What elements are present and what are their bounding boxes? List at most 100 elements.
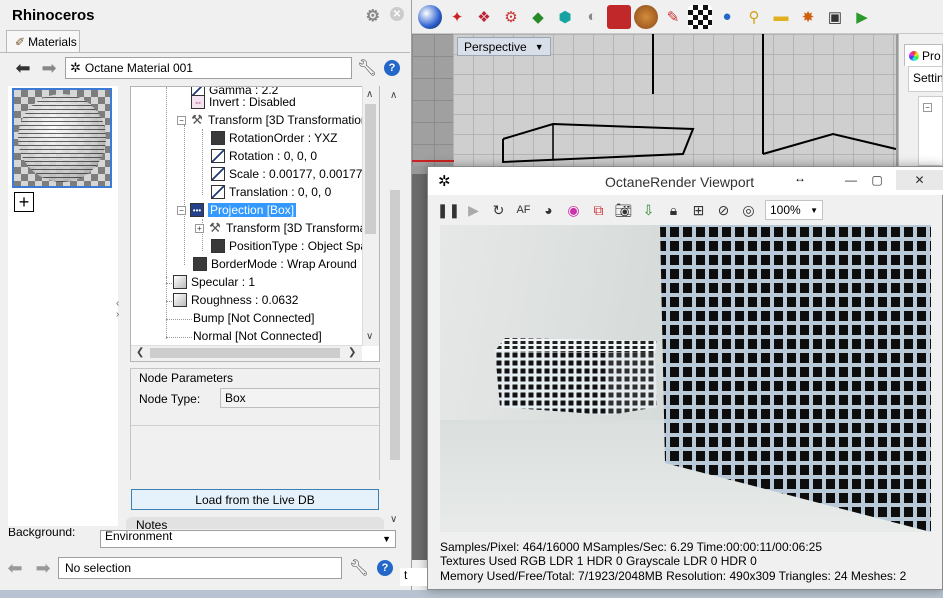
blue-ellipse-icon[interactable]: ● — [715, 5, 739, 29]
render-tool-icon[interactable]: ⚙ — [499, 5, 523, 29]
render-settings-icon[interactable]: ◎ — [736, 199, 761, 221]
x-axis-line — [412, 160, 454, 162]
box-teal-icon[interactable]: ⬢ — [553, 5, 577, 29]
panel-scroll-thumb[interactable] — [390, 190, 400, 460]
tree-row-specular[interactable]: Specular : 1 — [173, 273, 255, 291]
curve-tool-icon[interactable]: ✦ — [445, 5, 469, 29]
settings-tab[interactable]: Settin — [908, 66, 943, 92]
play-icon[interactable]: ▶ — [850, 5, 874, 29]
tree-row-invert[interactable]: ⇔ Invert : Disabled — [191, 93, 296, 111]
properties-tab-label: Pro — [922, 48, 941, 63]
tree-hscroll-thumb[interactable] — [150, 348, 340, 358]
dropdown-arrow-icon: ▼ — [810, 205, 818, 215]
cube-tool-icon[interactable]: ◆ — [526, 5, 550, 29]
perspective-tab[interactable]: Perspective ▼ — [457, 37, 551, 56]
scroll-right-icon[interactable]: ❯ — [348, 347, 356, 358]
torus-tool-icon[interactable]: ◐ — [580, 5, 604, 29]
autofocus-icon[interactable]: AF — [511, 199, 536, 221]
selection-field[interactable]: No selection — [58, 557, 342, 579]
key-icon[interactable]: ⚲ — [742, 5, 766, 29]
tree-row-border-mode[interactable]: BorderMode : Wrap Around — [193, 255, 357, 273]
camera-icon[interactable]: 📷︎ — [611, 199, 636, 221]
restart-icon[interactable]: ↻ — [486, 199, 511, 221]
node-parameters-title: Node Parameters — [139, 371, 234, 385]
tree-row-roughness[interactable]: Roughness : 0.0632 — [173, 291, 298, 309]
tree-row-normal[interactable]: Normal [Not Connected] — [193, 327, 322, 345]
sphere-tool-icon[interactable] — [418, 4, 442, 29]
zoom-select[interactable]: 100% ▼ — [765, 200, 823, 220]
scroll-up-icon[interactable]: ∧ — [366, 89, 373, 100]
background-select[interactable]: Environment ▼ — [100, 530, 396, 548]
tree-row-label: Rotation : 0, 0, 0 — [229, 149, 318, 163]
materials-brush-icon: ✐ — [15, 34, 26, 49]
checker-icon[interactable] — [688, 4, 712, 29]
focus-picker-icon[interactable]: ⊘ — [711, 199, 736, 221]
pause-icon[interactable]: ❚❚ — [436, 199, 461, 221]
viewport-menu-arrow-icon[interactable]: ▼ — [535, 42, 544, 52]
rhino-main-toolbar: ✦ ❖ ⚙ ◆ ⬢ ◐ ✎ ● ⚲ ▬ ✸ ▣ ▶ — [412, 0, 943, 34]
panel-scroll-down-icon[interactable]: ∨ — [390, 514, 397, 525]
folder-icon[interactable]: ▬ — [769, 5, 793, 29]
gear-icon[interactable]: ⚙ — [366, 6, 380, 26]
tree-row-rotation-order[interactable]: RotationOrder : YXZ — [211, 129, 338, 147]
play-icon[interactable]: ▶ — [461, 199, 486, 221]
tree-row-rotation[interactable]: Rotation : 0, 0, 0 — [211, 147, 317, 165]
object-picker-icon[interactable]: ⧉ — [586, 199, 611, 221]
close-icon[interactable]: ✕ — [896, 170, 943, 190]
tree-row-projection[interactable]: − ••• Projection [Box] — [177, 201, 297, 219]
tree-scroll-thumb[interactable] — [365, 104, 376, 234]
help-icon[interactable]: ? — [377, 560, 393, 576]
tree-row-translation[interactable]: Translation : 0, 0, 0 — [211, 183, 331, 201]
tree-row-bump[interactable]: Bump [Not Connected] — [193, 309, 314, 327]
load-live-db-button[interactable]: Load from the Live DB — [131, 489, 379, 510]
collapse-icon[interactable]: − — [177, 115, 186, 125]
wrench-menu-icon[interactable]: 🔧︎ — [354, 57, 380, 79]
color-picker-icon[interactable]: ◉ — [561, 199, 586, 221]
lock-icon[interactable]: 🔒︎ — [661, 199, 686, 221]
tree-row-projection-transform[interactable]: + ⚒ Transform [3D Transformat — [195, 219, 370, 237]
paint-icon[interactable]: ✎ — [661, 5, 685, 29]
panel-scroll-up-icon[interactable]: ∧ — [390, 90, 397, 101]
region-icon[interactable]: ⊞ — [686, 199, 711, 221]
film-icon[interactable]: ▣ — [823, 5, 847, 29]
material-name-field[interactable]: ✲ Octane Material 001 — [65, 57, 352, 79]
material-picker-icon[interactable]: ◕ — [536, 199, 561, 221]
forward-arrow-icon[interactable]: ➡ — [32, 557, 54, 579]
octane-title-bar[interactable]: ✲ OctaneRender Viewport ↔ — ▢ ✕ — [428, 167, 943, 195]
close-icon[interactable]: ✕ — [390, 7, 404, 21]
add-material-button[interactable]: + — [14, 192, 34, 212]
scroll-left-icon[interactable]: ❮ — [136, 347, 144, 358]
sun-icon[interactable]: ✸ — [796, 5, 820, 29]
splitter-handle-icon[interactable]: ‹ › — [116, 298, 119, 320]
help-icon[interactable]: ? — [384, 60, 400, 76]
pin-icon[interactable]: ↔ — [794, 171, 806, 185]
wrench-menu-icon[interactable]: 🔧︎ — [346, 557, 372, 579]
lights-tool-icon[interactable]: ❖ — [472, 5, 496, 29]
maximize-icon[interactable]: ▢ — [864, 170, 890, 190]
materials-tab[interactable]: ✐ Materials — [6, 30, 80, 52]
transform-node-icon: ⚒ — [209, 220, 221, 235]
octane-toolbar: ❚❚ ▶ ↻ AF ◕ ◉ ⧉ 📷︎ ⇩ 🔒︎ ⊞ ⊘ ◎ 100% ▼ — [436, 198, 943, 222]
export-icon[interactable]: ⇩ — [636, 199, 661, 221]
minimize-icon[interactable]: — — [838, 170, 864, 190]
scroll-down-icon[interactable]: ∨ — [366, 331, 373, 342]
back-arrow-icon[interactable]: ⬅ — [12, 58, 34, 80]
tree-row-label: Invert : Disabled — [209, 95, 296, 109]
red-box-icon[interactable] — [607, 4, 631, 29]
collapse-icon[interactable]: − — [177, 205, 186, 215]
node-type-select[interactable]: Box — [220, 388, 380, 408]
tree-row-transform[interactable]: − ⚒ Transform [3D Transformation] — [177, 111, 371, 129]
forward-arrow-icon[interactable]: ➡ — [38, 58, 60, 80]
perspective-tab-label: Perspective — [464, 39, 527, 54]
properties-tab[interactable]: Pro — [904, 44, 943, 66]
tree-row-scale[interactable]: Scale : 0.00177, 0.00177, 0. — [211, 165, 379, 183]
texture-node-icon — [173, 275, 187, 289]
collapse-icon[interactable]: − — [923, 103, 932, 112]
octane-window-title: OctaneRender Viewport — [605, 174, 755, 190]
tree-row-position-type[interactable]: PositionType : Object Spac — [211, 237, 373, 255]
back-arrow-icon[interactable]: ⬅ — [4, 557, 26, 579]
cookie-icon[interactable] — [634, 4, 658, 29]
expand-icon[interactable]: + — [195, 223, 204, 233]
projection-node-icon: ••• — [190, 203, 204, 217]
node-icon — [193, 257, 207, 271]
